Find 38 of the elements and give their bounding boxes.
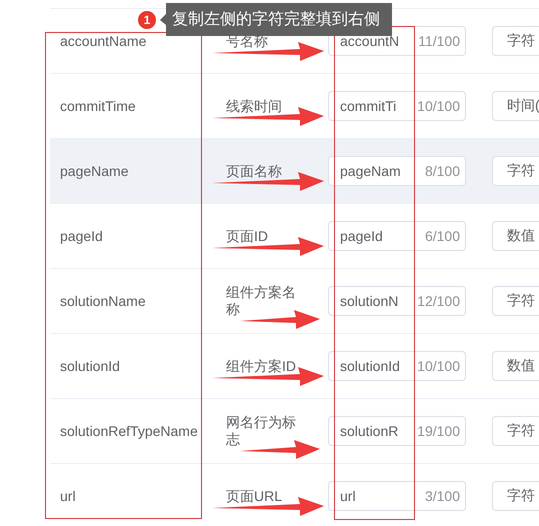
char-count: 10/100 — [417, 358, 460, 374]
field-label: 组件方案名称 — [226, 284, 297, 318]
char-count: 11/100 — [418, 33, 460, 49]
char-count: 3/100 — [424, 488, 460, 504]
char-count: 10/100 — [417, 98, 460, 114]
field-label: 网名行为标志 — [226, 414, 297, 448]
field-name: pageName — [60, 163, 130, 179]
field-name: pageId — [60, 228, 104, 244]
field-label: 页面ID — [226, 228, 269, 244]
field-name: solutionRefTypeName — [60, 423, 199, 439]
input-field[interactable]: pageNam 8/100 — [328, 156, 466, 186]
char-count: 6/100 — [424, 228, 460, 244]
field-name: url — [60, 488, 77, 504]
field-name: commitTime — [60, 98, 137, 114]
field-label: 组件方案ID — [226, 358, 297, 374]
type-select[interactable]: 数值 — [492, 351, 539, 381]
field-name: solutionId — [60, 358, 121, 374]
type-select[interactable]: 字符 — [492, 481, 539, 511]
field-label: 线索时间 — [226, 98, 283, 114]
char-count: 19/100 — [417, 423, 460, 439]
char-count: 12/100 — [417, 293, 460, 309]
input-field[interactable]: solutionId 10/100 — [328, 351, 466, 381]
type-select[interactable]: 数值 — [492, 221, 539, 251]
input-field[interactable]: solutionR 19/100 — [328, 416, 466, 446]
type-select[interactable]: 字符 — [492, 26, 539, 56]
field-name: solutionName — [60, 293, 147, 309]
input-field[interactable]: solutionN 12/100 — [328, 286, 466, 316]
field-name: accountName — [60, 33, 148, 49]
input-field[interactable]: commitTi 10/100 — [328, 91, 466, 121]
type-select[interactable]: 字符 — [492, 416, 539, 446]
tooltip: 复制左侧的字符完整填到右侧 — [160, 3, 392, 36]
char-count: 8/100 — [424, 163, 460, 179]
field-label: 页面URL — [226, 488, 284, 504]
type-select[interactable]: 字符 — [492, 156, 539, 186]
input-field[interactable]: pageId 6/100 — [328, 221, 466, 251]
input-field[interactable]: url 3/100 — [328, 481, 466, 511]
type-select[interactable]: 字符 — [492, 286, 539, 316]
field-label: 页面名称 — [226, 162, 283, 180]
